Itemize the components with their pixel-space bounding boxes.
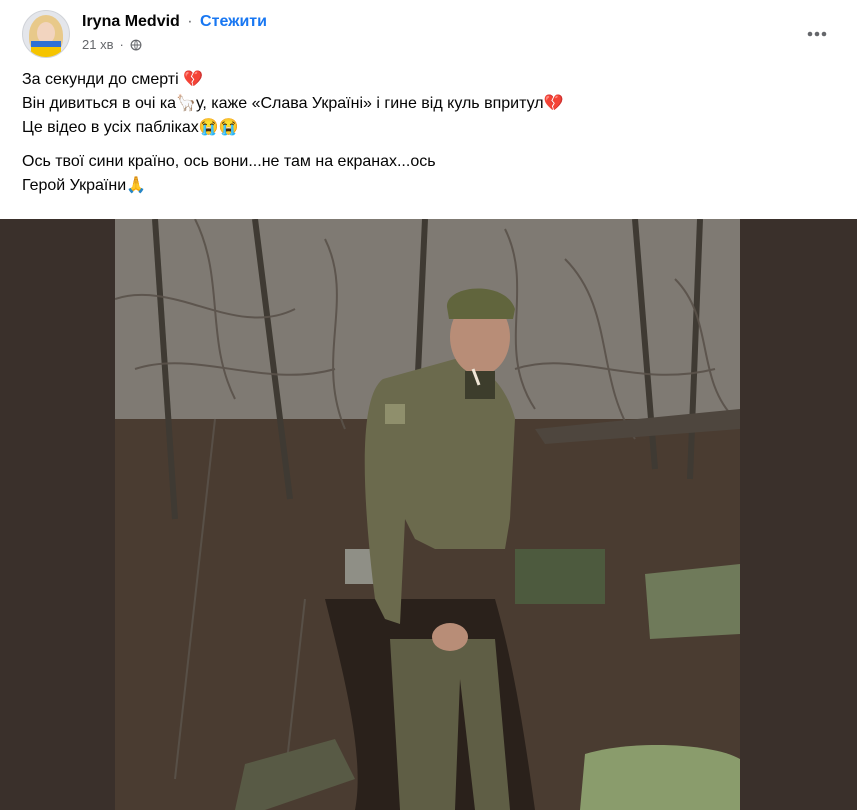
post-text-line: За секунди до смерті 💔 bbox=[22, 71, 204, 88]
post-text-line: Герой України🙏 bbox=[22, 177, 147, 194]
post-text-line: Він дивиться в очі ка🦙у, каже «Слава Укр… bbox=[22, 95, 564, 112]
author-line: Iryna Medvid · Стежити bbox=[82, 12, 267, 32]
post-time[interactable]: 21 хв bbox=[82, 37, 113, 53]
post-text: За секунди до смерті 💔 Він дивиться в оч… bbox=[22, 68, 832, 198]
follow-link[interactable]: Стежити bbox=[200, 13, 267, 30]
globe-icon[interactable] bbox=[130, 39, 142, 51]
post-text-line: Це відео в усіх пабліках😭😭 bbox=[22, 119, 239, 136]
author-name[interactable]: Iryna Medvid bbox=[82, 13, 180, 30]
post-card: Iryna Medvid · Стежити 21 хв · За секунд… bbox=[0, 0, 857, 810]
video-frame[interactable] bbox=[115, 219, 740, 810]
post-meta: 21 хв · bbox=[82, 37, 142, 53]
avatar[interactable] bbox=[22, 10, 70, 58]
more-options-button[interactable] bbox=[799, 16, 835, 52]
video-player[interactable] bbox=[0, 219, 857, 810]
post-text-line: Ось твої сини країно, ось вони...не там … bbox=[22, 153, 436, 170]
video-still bbox=[115, 219, 740, 810]
post-header: Iryna Medvid · Стежити 21 хв · bbox=[22, 10, 835, 58]
separator-dot: · bbox=[187, 13, 193, 30]
more-icon bbox=[807, 31, 827, 37]
